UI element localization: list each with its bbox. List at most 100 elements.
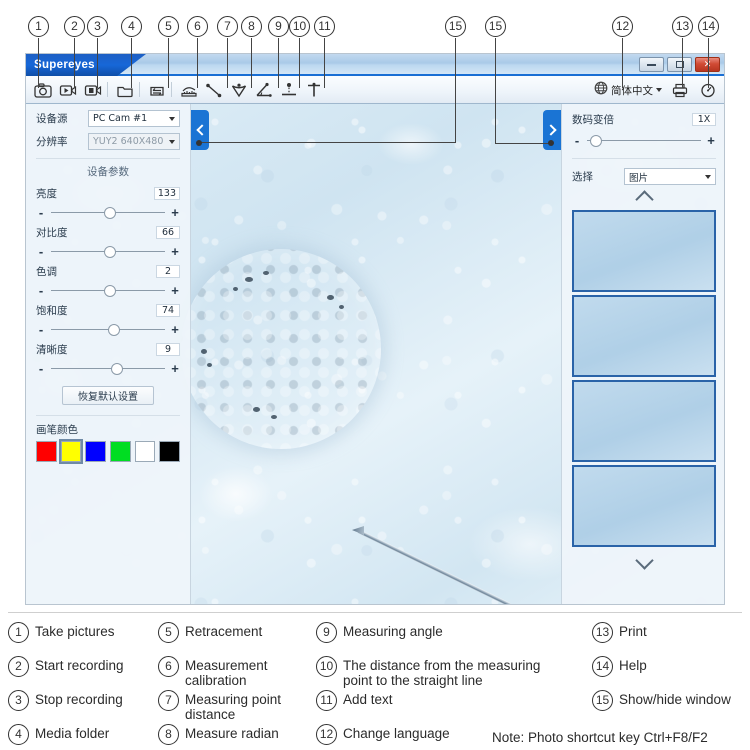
minimize-button[interactable] [639,57,664,72]
start-recording-icon[interactable] [57,79,79,101]
point-to-line-distance-icon[interactable] [278,79,300,101]
media-folder-icon[interactable] [114,79,136,101]
slider-knob[interactable] [104,245,117,258]
callout-leader-line [455,38,457,143]
digital-zoom-label: 数码变倍 [572,114,614,126]
callout-leader-line [622,38,624,88]
legend-item: 1 Take pictures [8,622,115,643]
slider-increase-button[interactable]: + [170,361,180,376]
legend-number: 5 [158,622,179,643]
legend-label: Retracement [185,624,263,639]
callout-leader-line [227,38,229,88]
slider-increase-button[interactable]: + [170,322,180,337]
slider-knob[interactable] [111,362,124,375]
legend-label: Measurement calibration [185,658,268,688]
slider-row: - + [36,244,180,259]
legend-label: Media folder [35,726,110,741]
slider-knob[interactable] [104,284,117,297]
device-source-dropdown[interactable]: PC Cam #1 [88,110,180,127]
slider-increase-button[interactable]: + [170,244,180,259]
callout-number: 11 [314,16,335,37]
callout-leader-line [299,38,301,88]
callout-number: 13 [672,16,693,37]
pen-color-swatch[interactable] [159,441,181,462]
slider-block: 亮度 133 - + [26,181,190,220]
slider-track[interactable] [51,206,165,219]
gallery-scroll-up-button[interactable] [562,185,724,210]
gallery-thumbnail[interactable] [572,295,716,377]
pen-color-swatches [26,439,190,464]
retracement-icon[interactable] [146,79,168,101]
callout-leader-line [324,38,326,88]
chevron-down-icon [634,551,654,570]
stop-recording-icon[interactable] [82,79,104,101]
slider-knob[interactable] [107,323,120,336]
specimen-spot [339,305,344,309]
restore-defaults-button[interactable]: 恢复默认设置 [62,386,154,405]
slider-block: 清晰度 9- + [26,337,190,376]
pen-color-swatch[interactable] [134,441,156,462]
gallery-thumbnail[interactable] [572,465,716,547]
callout-number: 1 [28,16,49,37]
pen-color-swatch[interactable] [85,441,107,462]
callout-number: 2 [64,16,85,37]
chevron-left-icon [195,124,208,136]
slider-increase-button[interactable]: + [170,205,180,220]
chevron-down-icon[interactable] [656,88,662,92]
legend-number: 9 [316,622,337,643]
media-type-dropdown[interactable]: 图片 [624,168,716,185]
slider-track[interactable] [51,362,165,375]
select-label: 选择 [572,171,593,183]
slider-knob[interactable] [104,206,117,219]
legend-label: Take pictures [35,624,115,639]
legend-item: 8 Measure radian [158,724,279,745]
legend-item: 14 Help [592,656,647,677]
slider-label: 色调 [36,266,57,278]
language-selector-label[interactable]: 简体中文 [611,83,653,98]
slider-decrease-button[interactable]: - [36,361,46,376]
pen-color-swatch[interactable] [58,439,84,464]
zoom-slider-track[interactable] [587,134,701,147]
pen-color-swatch[interactable] [36,441,57,462]
slider-header: 对比度 66 [36,225,180,240]
callout-number: 8 [241,16,262,37]
toolbar-right-group: 简体中文 [594,76,719,104]
callout-number: 10 [289,16,310,37]
gallery-thumbnail[interactable] [572,380,716,462]
callout-number: 12 [612,16,633,37]
print-icon[interactable] [669,79,691,101]
gallery-scroll-down-button[interactable] [562,550,724,575]
zoom-slider-knob[interactable] [590,134,603,147]
legend-number: 4 [8,724,29,745]
pen-color-swatch[interactable] [110,441,131,462]
slider-increase-button[interactable]: + [170,283,180,298]
measuring-angle-icon[interactable] [253,79,275,101]
resolution-dropdown[interactable]: YUY2 640X480 [88,133,180,150]
measuring-point-distance-icon[interactable] [203,79,225,101]
slider-track[interactable] [51,323,165,336]
take-pictures-icon[interactable] [32,79,54,101]
slider-row: - + [36,361,180,376]
legend-item: 5 Retracement [158,622,262,643]
slider-track[interactable] [51,245,165,258]
measure-radian-icon[interactable] [228,79,250,101]
device-parameters-title: 设备参数 [87,166,129,178]
legend-label: Print [619,624,647,639]
gallery-thumbnail[interactable] [572,210,716,292]
slider-header: 亮度 133 [36,186,180,201]
zoom-increase-button[interactable]: + [706,133,716,148]
legend-label: Measuring angle [343,624,443,639]
slider-decrease-button[interactable]: - [36,283,46,298]
slider-decrease-button[interactable]: - [36,244,46,259]
zoom-track-line [587,139,701,142]
maximize-button[interactable] [667,57,692,72]
callout-leader-line [74,38,76,88]
legend-label: Help [619,658,647,673]
slider-decrease-button[interactable]: - [36,205,46,220]
slider-block: 饱和度 74- + [26,298,190,337]
slider-decrease-button[interactable]: - [36,322,46,337]
add-text-icon[interactable] [303,79,325,101]
legend-label: Show/hide window [619,692,731,707]
zoom-decrease-button[interactable]: - [572,133,582,148]
slider-track[interactable] [51,284,165,297]
